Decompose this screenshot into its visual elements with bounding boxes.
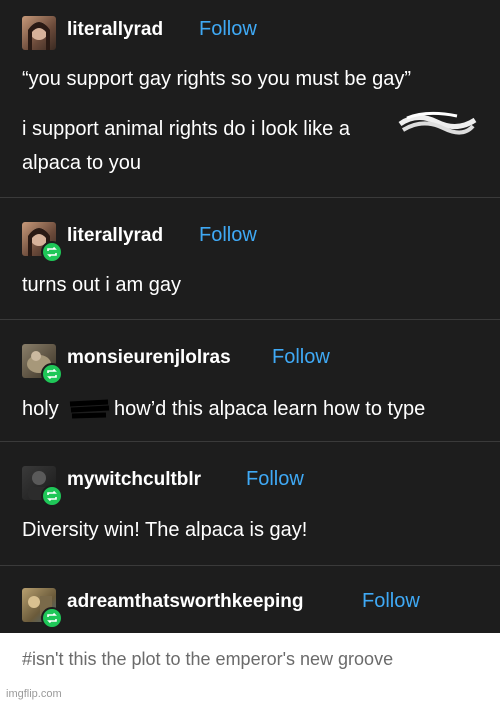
username[interactable]: literallyrad	[67, 225, 163, 247]
follow-button[interactable]: Follow	[362, 590, 420, 613]
tag-link[interactable]: #isn't this the plot to the emperor's ne…	[22, 649, 393, 670]
username[interactable]: adreamthatsworthkeeping	[67, 591, 304, 613]
follow-button[interactable]: Follow	[246, 468, 304, 491]
reblog-icon	[41, 485, 63, 507]
post-1: literallyrad Follow “you support gay rig…	[0, 0, 500, 198]
watermark: imgflip.com	[6, 688, 62, 700]
follow-button[interactable]: Follow	[199, 18, 257, 41]
follow-button[interactable]: Follow	[199, 224, 257, 247]
post-text-line: i support animal rights do i look like a	[22, 118, 350, 140]
reblog-icon	[41, 607, 63, 629]
avatar-portrait-icon	[28, 22, 50, 50]
username[interactable]: mywitchcultblr	[67, 469, 201, 491]
post-text-line: turns out i am gay	[22, 274, 181, 296]
post-text-quote: “you support gay rights so you must be g…	[22, 68, 412, 90]
avatar[interactable]	[22, 16, 56, 50]
follow-button[interactable]: Follow	[272, 346, 330, 369]
reblog-icon	[41, 363, 63, 385]
tags-bar: #isn't this the plot to the emperor's ne…	[0, 633, 500, 705]
post-text-line: alpaca to you	[22, 152, 141, 174]
post-text-line-start: holy	[22, 398, 59, 420]
username[interactable]: literallyrad	[67, 19, 163, 41]
post-text-line-end: how’d this alpaca learn how to type	[114, 398, 426, 420]
username[interactable]: monsieurenjlolras	[67, 347, 231, 369]
post-2: literallyrad Follow turns out i am gay	[0, 198, 500, 320]
post-text-line: Diversity win! The alpaca is gay!	[22, 519, 308, 541]
post-3: monsieurenjlolras Follow holy how’d this…	[0, 320, 500, 442]
post-5: adreamthatsworthkeeping Follow	[0, 566, 500, 633]
censor-scribble	[398, 111, 477, 135]
reblog-icon	[41, 241, 63, 263]
censor-scribble	[69, 399, 110, 419]
post-4: mywitchcultblr Follow Diversity win! The…	[0, 442, 500, 566]
